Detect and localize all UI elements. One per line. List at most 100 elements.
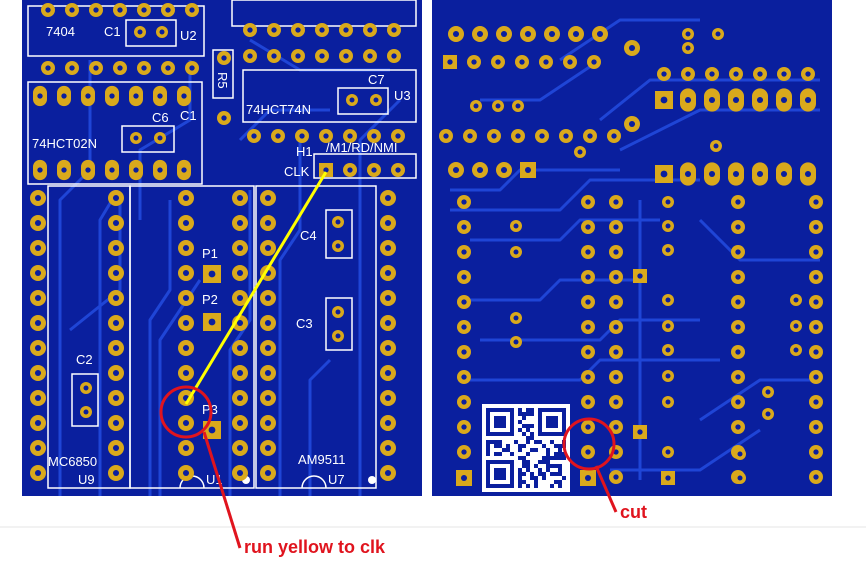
qr-module xyxy=(494,440,498,444)
qr-module xyxy=(558,444,562,448)
via-drill xyxy=(665,449,671,455)
pad-drill xyxy=(384,194,392,202)
pad-drill xyxy=(443,133,449,139)
via-drill xyxy=(793,297,799,303)
pad-drill xyxy=(613,224,619,230)
qr-module xyxy=(526,428,530,432)
qr-module xyxy=(546,460,550,464)
label-7404: 7404 xyxy=(46,24,75,39)
pad-drill xyxy=(34,194,42,202)
pad-drill xyxy=(813,249,819,255)
qr-module xyxy=(558,452,562,456)
pad-drill xyxy=(476,166,484,174)
pad-drill xyxy=(461,199,467,205)
pad-drill xyxy=(813,474,819,480)
pad-drill xyxy=(684,96,692,104)
qr-module xyxy=(518,408,522,412)
pad-drill xyxy=(813,424,819,430)
pad-drill xyxy=(271,53,277,59)
pad-drill xyxy=(591,59,597,65)
qr-module xyxy=(494,452,498,456)
pad-drill xyxy=(117,7,123,13)
pad-drill xyxy=(343,27,349,33)
qr-module xyxy=(518,444,522,448)
pad-drill xyxy=(813,224,819,230)
via-drill xyxy=(665,347,671,353)
qr-module xyxy=(558,448,562,452)
qr-module xyxy=(526,424,530,428)
pad-drill xyxy=(461,224,467,230)
qr-module xyxy=(546,468,550,472)
qr-module xyxy=(542,476,546,480)
pad-drill xyxy=(45,65,51,71)
pad-drill xyxy=(585,324,591,330)
qr-module xyxy=(518,484,522,488)
pad-drill xyxy=(780,96,788,104)
pad-drill xyxy=(780,170,788,178)
qr-module xyxy=(518,456,522,460)
qr-module xyxy=(534,480,538,484)
label-u7: U7 xyxy=(328,472,345,487)
pad-drill xyxy=(585,449,591,455)
qr-module xyxy=(530,472,534,476)
pad-drill xyxy=(585,249,591,255)
pad-drill xyxy=(371,167,377,173)
label-c1: C1 xyxy=(104,24,121,39)
pad-drill xyxy=(461,399,467,405)
pad-drill xyxy=(585,274,591,280)
pad-drill xyxy=(735,249,741,255)
pad-drill xyxy=(567,59,573,65)
qr-module xyxy=(522,412,526,416)
qr-module xyxy=(546,464,550,468)
pad-drill xyxy=(236,394,244,402)
qr-module xyxy=(554,472,558,476)
qr-module xyxy=(526,452,530,456)
qr-module xyxy=(534,484,538,488)
pad-drill xyxy=(685,71,691,77)
pad-drill xyxy=(524,166,532,174)
pad-drill xyxy=(805,71,811,77)
pad-drill xyxy=(141,7,147,13)
pad-drill xyxy=(596,30,604,38)
pad-drill xyxy=(247,27,253,33)
label-clk: CLK xyxy=(284,164,310,179)
pad-drill xyxy=(384,219,392,227)
qr-module xyxy=(558,484,562,488)
pad-drill xyxy=(221,115,227,121)
pad-drill xyxy=(384,344,392,352)
label-r5: R5 xyxy=(215,72,230,89)
pad-drill xyxy=(732,96,740,104)
pad-drill xyxy=(384,294,392,302)
pad-drill xyxy=(182,469,190,477)
qr-module xyxy=(522,444,526,448)
pad-drill xyxy=(349,97,355,103)
pad-drill xyxy=(264,294,272,302)
pad-drill xyxy=(613,324,619,330)
pad-drill xyxy=(460,474,468,482)
qr-module xyxy=(526,412,530,416)
pad-drill xyxy=(112,419,120,427)
qr-module xyxy=(522,456,526,460)
pad-drill xyxy=(661,71,667,77)
pad-drill xyxy=(264,219,272,227)
pad-drill xyxy=(384,319,392,327)
via-drill xyxy=(515,103,521,109)
pad-drill xyxy=(813,274,819,280)
pad-drill xyxy=(295,53,301,59)
pad-drill xyxy=(585,424,591,430)
pad-drill xyxy=(476,30,484,38)
qr-module xyxy=(490,440,494,444)
pad-drill xyxy=(157,135,163,141)
pad-drill xyxy=(112,244,120,252)
via-drill xyxy=(665,199,671,205)
pad-drill xyxy=(461,374,467,380)
pad-drill xyxy=(452,166,460,174)
pad-drill xyxy=(384,444,392,452)
pad-drill xyxy=(181,93,187,99)
qr-module xyxy=(518,480,522,484)
pad-drill xyxy=(384,369,392,377)
pad-drill xyxy=(182,194,190,202)
qr-module xyxy=(546,452,550,456)
label-mc6850: MC6850 xyxy=(48,454,97,469)
pad-drill xyxy=(181,167,187,173)
